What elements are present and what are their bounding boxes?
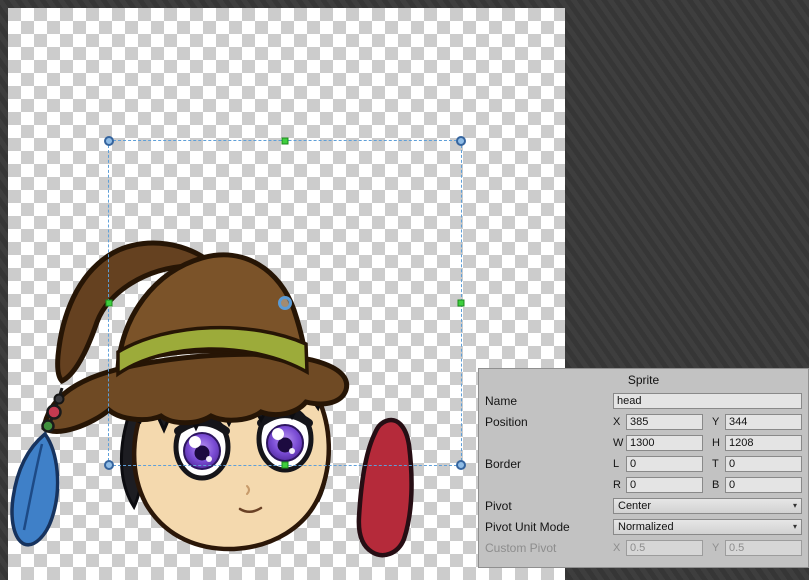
position-row-wh: W H: [485, 434, 802, 451]
dropdown-arrow-icon: ▾: [793, 502, 797, 510]
border-row-rb: R B: [485, 476, 802, 493]
l-field-label: L: [613, 458, 626, 470]
custom-pivot-row: Custom Pivot X Y: [485, 539, 802, 556]
feather: [12, 434, 58, 545]
border-row-lt: Border L T: [485, 455, 802, 472]
border-r-input[interactable]: [626, 477, 703, 493]
position-label: Position: [485, 415, 613, 429]
pivot-dropdown[interactable]: Center ▾: [613, 498, 802, 514]
pivot-dropdown-value: Center: [618, 500, 651, 512]
selection-handle-bottom-left[interactable]: [104, 460, 114, 470]
custom-pivot-x-input: [626, 540, 703, 556]
pivot-unit-mode-dropdown[interactable]: Normalized ▾: [613, 519, 802, 535]
r-field-label: R: [613, 479, 626, 491]
y-field-label: Y: [712, 416, 725, 428]
w-field-label: W: [613, 437, 626, 449]
t-field-label: T: [712, 458, 725, 470]
selection-handle-bottom[interactable]: [282, 462, 289, 469]
pivot-unit-mode-label: Pivot Unit Mode: [485, 520, 613, 534]
dropdown-arrow-icon: ▾: [793, 523, 797, 531]
selection-handle-top-left[interactable]: [104, 136, 114, 146]
custom-pivot-label: Custom Pivot: [485, 541, 613, 555]
panel-title: Sprite: [479, 369, 808, 392]
sprite-info-panel: Sprite Name Position X Y W H Border L: [478, 368, 809, 568]
name-label: Name: [485, 394, 613, 408]
h-field-label: H: [712, 437, 725, 449]
selection-handle-top[interactable]: [282, 138, 289, 145]
sprite-selection-rect[interactable]: [108, 140, 462, 466]
position-x-input[interactable]: [626, 414, 703, 430]
x-field-label: X: [613, 416, 626, 428]
selection-handle-left[interactable]: [106, 300, 113, 307]
position-w-input[interactable]: [626, 435, 703, 451]
selection-handle-right[interactable]: [458, 300, 465, 307]
border-b-input[interactable]: [725, 477, 802, 493]
selection-handle-bottom-right[interactable]: [456, 460, 466, 470]
b-field-label: B: [712, 479, 725, 491]
border-t-input[interactable]: [725, 456, 802, 472]
pivot-row: Pivot Center ▾: [485, 497, 802, 514]
position-y-input[interactable]: [725, 414, 802, 430]
hat-charm: [12, 388, 63, 545]
name-row: Name: [485, 392, 802, 409]
pivot-label: Pivot: [485, 499, 613, 513]
custom-pivot-y-label: Y: [712, 542, 725, 554]
pivot-unit-mode-dropdown-value: Normalized: [618, 521, 674, 533]
border-label: Border: [485, 457, 613, 471]
position-row-xy: Position X Y: [485, 413, 802, 430]
pivot-unit-mode-row: Pivot Unit Mode Normalized ▾: [485, 518, 802, 535]
pivot-handle[interactable]: [278, 296, 292, 310]
custom-pivot-x-label: X: [613, 542, 626, 554]
custom-pivot-y-input: [725, 540, 802, 556]
position-h-input[interactable]: [725, 435, 802, 451]
name-input[interactable]: [613, 393, 802, 409]
border-l-input[interactable]: [626, 456, 703, 472]
selection-handle-top-right[interactable]: [456, 136, 466, 146]
sprite-editor-window: Sprite Name Position X Y W H Border L: [0, 0, 809, 580]
